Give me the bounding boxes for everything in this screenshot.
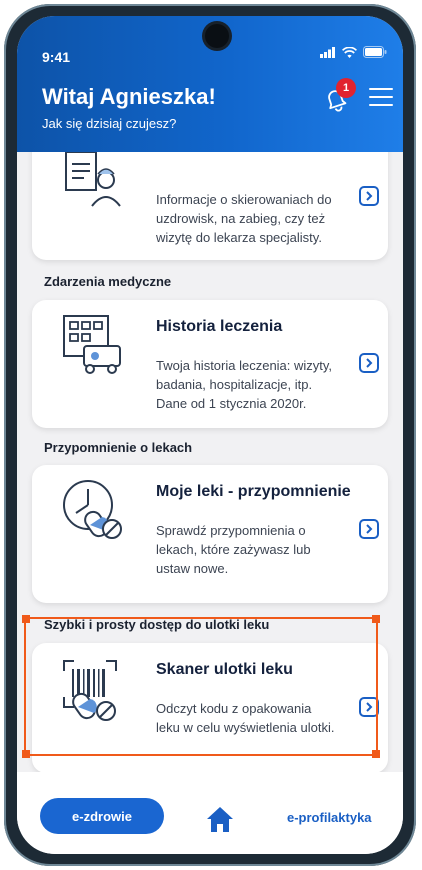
phone-frame: 9:41 Witaj Agnieszka! Jak się dzisiaj cz… bbox=[4, 4, 416, 866]
card-medication-reminder[interactable]: Moje leki - przypomnienie Sprawdź przypo… bbox=[32, 465, 388, 603]
notifications-button[interactable]: 1 bbox=[322, 78, 356, 114]
card-arrow-button[interactable] bbox=[359, 697, 379, 717]
section-label: Szybki i prosty dostęp do ulotki leku bbox=[44, 617, 270, 632]
card-description: Odczyt kodu z opakowania leku w celu wyś… bbox=[156, 701, 335, 735]
card-arrow-button[interactable] bbox=[359, 353, 379, 373]
chevron-right-icon bbox=[366, 524, 373, 534]
app-header: 9:41 Witaj Agnieszka! Jak się dzisiaj cz… bbox=[17, 16, 403, 152]
home-icon[interactable] bbox=[205, 804, 235, 834]
nav-e-profilaktyka-link[interactable]: e-profilaktyka bbox=[287, 810, 372, 825]
card-title: Skaner ulotki leku bbox=[156, 661, 293, 678]
card-arrow-button[interactable] bbox=[359, 519, 379, 539]
card-description: Informacje o skierowaniach do uzdrowisk,… bbox=[156, 192, 332, 245]
section-label: Zdarzenia medyczne bbox=[44, 274, 172, 289]
card-referrals[interactable]: Informacje o skierowaniach do uzdrowisk,… bbox=[32, 152, 388, 260]
card-title: Moje leki - przypomnienie bbox=[156, 483, 351, 500]
card-arrow-button[interactable] bbox=[359, 186, 379, 206]
wifi-icon bbox=[342, 46, 357, 58]
status-icons bbox=[320, 46, 387, 58]
clock-pills-icon bbox=[63, 480, 122, 539]
status-time: 9:41 bbox=[42, 49, 71, 65]
content-scroll[interactable]: Informacje o skierowaniach do uzdrowisk,… bbox=[17, 152, 403, 772]
barcode-pills-icon bbox=[63, 660, 117, 721]
chevron-right-icon bbox=[366, 358, 373, 368]
chevron-right-icon bbox=[366, 702, 373, 712]
bottom-navigation: e-zdrowie e-profilaktyka bbox=[17, 772, 403, 854]
notification-badge: 1 bbox=[336, 78, 356, 98]
doctor-clipboard-icon bbox=[65, 152, 121, 207]
battery-icon bbox=[363, 46, 387, 58]
signal-icon bbox=[320, 46, 335, 58]
greeting-title: Witaj Agnieszka! bbox=[42, 84, 216, 109]
front-camera bbox=[205, 24, 229, 48]
card-description: Sprawdź przypomnienia o lekach, które za… bbox=[156, 523, 311, 576]
hospital-ambulance-icon bbox=[63, 315, 121, 374]
card-leaflet-scanner[interactable]: Skaner ulotki leku Odczyt kodu z opakowa… bbox=[32, 643, 388, 772]
card-description: Twoja historia leczenia: wizyty, badania… bbox=[156, 358, 333, 411]
app-screen: 9:41 Witaj Agnieszka! Jak się dzisiaj cz… bbox=[17, 16, 403, 854]
card-title: Historia leczenia bbox=[156, 318, 283, 335]
greeting-subtitle: Jak się dzisiaj czujesz? bbox=[42, 116, 177, 131]
section-label: Przypomnienie o lekach bbox=[44, 440, 193, 455]
menu-icon[interactable] bbox=[369, 88, 393, 108]
chevron-right-icon bbox=[366, 191, 373, 201]
nav-e-zdrowie-button[interactable]: e-zdrowie bbox=[40, 798, 164, 834]
card-treatment-history[interactable]: Historia leczenia Twoja historia leczeni… bbox=[32, 300, 388, 428]
